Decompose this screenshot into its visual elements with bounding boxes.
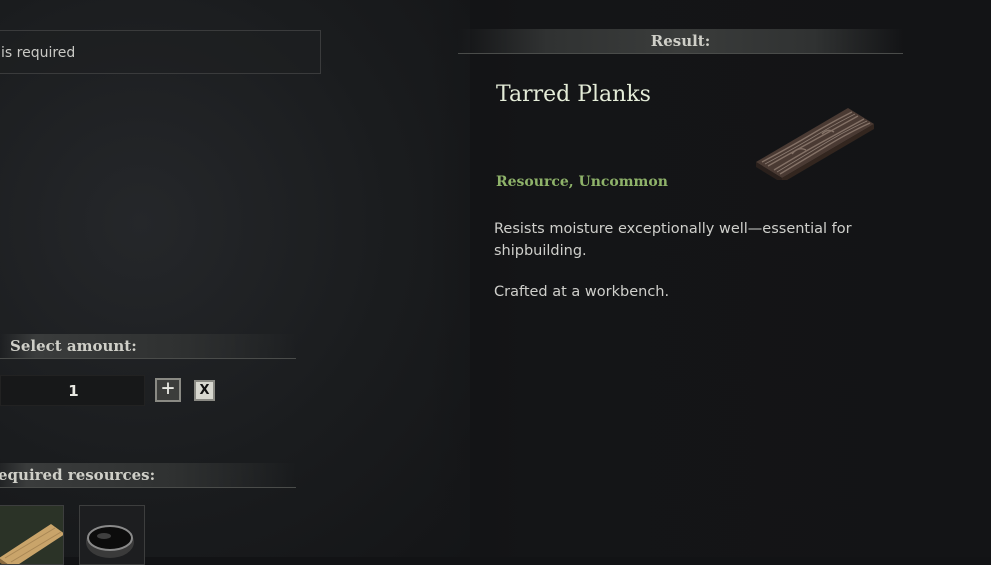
resources-header: equired resources: [0,463,296,488]
result-header: Result: [458,29,903,54]
item-name: Tarred Planks [496,82,651,107]
item-type: Resource, Uncommon [496,174,668,190]
wood-plank-icon [0,506,63,564]
result-header-label: Result: [650,32,711,50]
amount-header-label: Select amount: [10,337,137,355]
requirement-text: is required [1,45,76,61]
requirement-box: is required [0,30,321,74]
amount-value: 1 [68,382,79,400]
resources-header-label: equired resources: [0,466,156,484]
tar-bowl-icon [80,506,144,564]
clear-button[interactable]: X [194,380,215,401]
item-crafted-at: Crafted at a workbench. [494,284,670,300]
increment-button[interactable]: + [155,378,181,402]
resource-slot[interactable] [0,505,64,565]
resource-slot[interactable] [79,505,145,565]
amount-input[interactable]: 1 [0,375,145,406]
tarred-planks-icon [752,104,876,183]
item-description: Resists moisture exceptionally well—esse… [494,221,852,259]
amount-header: Select amount: [0,334,296,359]
